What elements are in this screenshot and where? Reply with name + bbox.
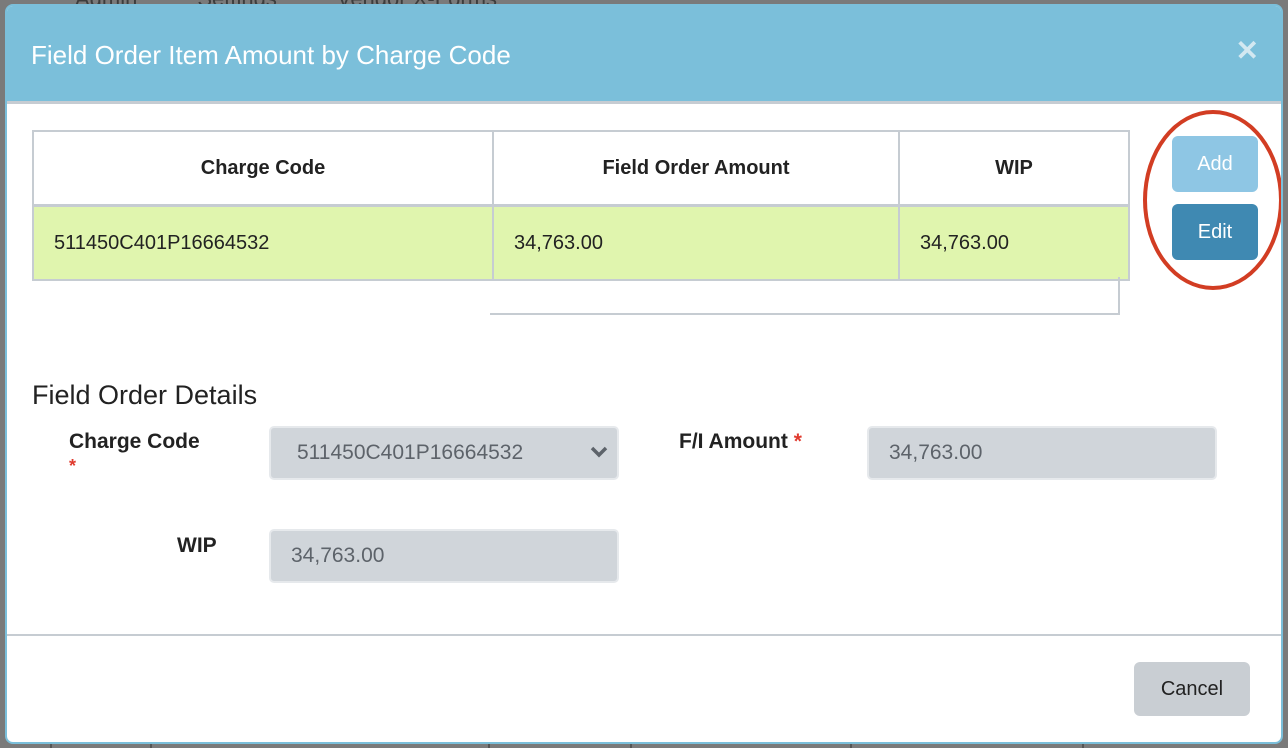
- charge-code-select[interactable]: 511450C401P16664532: [269, 426, 619, 480]
- modal-header: Field Order Item Amount by Charge Code ✕: [7, 6, 1281, 104]
- add-button[interactable]: Add: [1172, 136, 1258, 192]
- close-icon[interactable]: ✕: [1236, 34, 1259, 67]
- wip-label: WIP: [177, 534, 217, 557]
- chevron-down-icon: [590, 446, 608, 458]
- charge-code-table: Charge Code Field Order Amount WIP 51145…: [32, 130, 1130, 281]
- charge-code-select-value: 511450C401P16664532: [297, 441, 524, 464]
- cell-field-order-amount[interactable]: 34,763.00: [492, 204, 900, 281]
- charge-code-label: Charge Code *: [69, 430, 200, 476]
- table-empty-area: [490, 277, 1120, 315]
- required-mark: *: [69, 456, 77, 476]
- charge-code-modal: Field Order Item Amount by Charge Code ✕…: [5, 4, 1283, 744]
- cell-charge-code[interactable]: 511450C401P16664532: [32, 204, 494, 281]
- column-header-wip[interactable]: WIP: [898, 130, 1130, 207]
- footer-divider: [7, 634, 1281, 636]
- table-row[interactable]: 511450C401P16664532 34,763.00 34,763.00: [32, 204, 1130, 281]
- wip-input[interactable]: 34,763.00: [269, 529, 619, 583]
- details-section-title: Field Order Details: [32, 380, 258, 410]
- edit-button[interactable]: Edit: [1172, 204, 1258, 260]
- table-header-row: Charge Code Field Order Amount WIP: [32, 130, 1130, 207]
- modal-title: Field Order Item Amount by Charge Code: [31, 40, 511, 70]
- column-header-field-order-amount[interactable]: Field Order Amount: [492, 130, 900, 207]
- cell-wip[interactable]: 34,763.00: [898, 204, 1130, 281]
- fi-amount-label: F/I Amount *: [679, 430, 802, 453]
- column-header-charge-code[interactable]: Charge Code: [32, 130, 494, 207]
- cancel-button[interactable]: Cancel: [1134, 662, 1250, 716]
- required-mark: *: [793, 430, 802, 453]
- fi-amount-input[interactable]: 34,763.00: [867, 426, 1217, 480]
